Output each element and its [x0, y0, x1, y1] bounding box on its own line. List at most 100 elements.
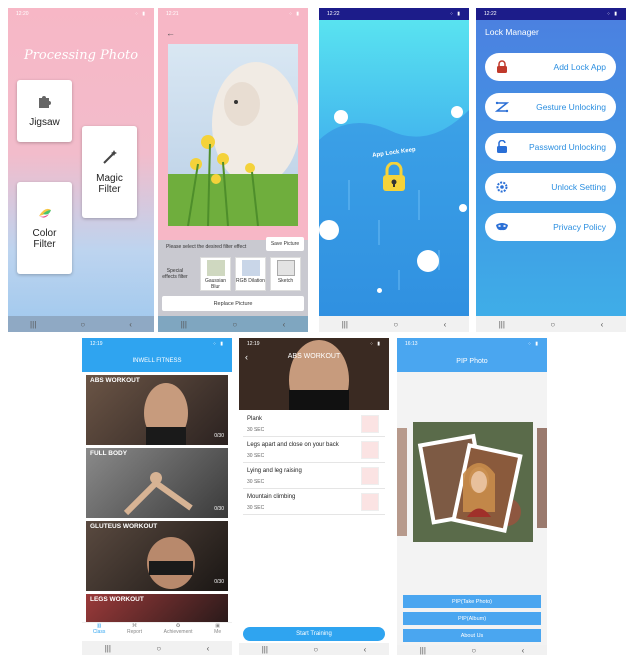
status-time: 12:22 [327, 11, 340, 17]
filter-instruction: Please select the desired filter effect [166, 244, 247, 250]
system-nav-bar: ||| ○ ‹ [319, 316, 469, 332]
fitness-home-screen: 12:19 ⁘ ▮ INWELL FITNESS ABS WORKOUT 0/3… [82, 338, 232, 655]
workout-card-abs[interactable]: ABS WORKOUT 0/30 [86, 375, 228, 445]
workout-title: FULL BODY [90, 450, 128, 457]
about-us-button[interactable]: About Us [403, 629, 541, 642]
magic-filter-label: Magic Filter [96, 173, 123, 195]
status-icons: ⁘ ▮ [449, 11, 461, 17]
recent-apps-button[interactable]: ||| [499, 320, 505, 329]
filter-option-sketch[interactable]: Sketch [270, 257, 301, 291]
exercise-row[interactable]: Legs apart and close on your back 30 SEC [243, 438, 385, 463]
workout-card-gluteus[interactable]: GLUTEUS WORKOUT 0/30 [86, 521, 228, 591]
system-nav-bar: ||| ○ ‹ [8, 316, 154, 332]
status-time: 12:21 [166, 11, 179, 17]
color-palette-icon [38, 208, 51, 218]
status-bar: 12:20 ⁘ ▮ [8, 8, 154, 20]
gesture-unlocking-button[interactable]: Gesture Unlocking [485, 93, 616, 121]
filter-option-rgb-dilation[interactable]: RGB Dilation [235, 257, 266, 291]
status-bar: 12:21 ⁘ ▮ [158, 8, 308, 20]
recent-apps-button[interactable]: ||| [30, 320, 36, 329]
filter-label: Gaussian Blur [204, 278, 227, 290]
jigsaw-card[interactable]: Jigsaw [17, 80, 72, 142]
page-title: ABS WORKOUT [287, 353, 341, 360]
recent-apps-button[interactable]: ||| [420, 646, 426, 655]
back-button[interactable]: ‹ [522, 646, 525, 655]
status-time: 16:13 [405, 341, 418, 347]
full-body-photo [123, 472, 193, 516]
mask-icon [496, 223, 508, 231]
workout-progress: 0/30 [214, 506, 224, 512]
status-bar: 12:19 ⁘ ▮ [82, 338, 232, 350]
filter-screen: 12:21 ⁘ ▮ ← Please select the desired fi… [158, 8, 308, 332]
workout-card-full-body[interactable]: FULL BODY 0/30 [86, 448, 228, 518]
tab-class[interactable]: ▥ Class [93, 623, 106, 640]
workout-title: ABS WORKOUT [90, 377, 140, 384]
gesture-icon [495, 101, 509, 113]
decor-circle [334, 110, 348, 124]
lamb-photo [168, 44, 298, 226]
password-unlocking-label: Password Unlocking [528, 142, 606, 152]
status-icons: ⁘ ▮ [134, 11, 146, 17]
replace-picture-button[interactable]: Replace Picture [162, 296, 304, 311]
pip-take-photo-button[interactable]: PIP(Take Photo) [403, 595, 541, 608]
tab-report[interactable]: ⌘ Report [127, 623, 142, 640]
back-button[interactable]: ‹ [207, 644, 210, 653]
tab-achievement[interactable]: ✪ Achievement [164, 623, 193, 640]
abs-photo [144, 383, 188, 445]
system-nav-bar: ||| ○ ‹ [476, 316, 626, 332]
home-button[interactable]: ○ [232, 320, 237, 329]
system-nav-bar: ||| ○ ‹ [397, 645, 547, 655]
pip-album-button[interactable]: PIP(Album) [403, 612, 541, 625]
sketch-thumbnail [276, 260, 295, 276]
app-title: INWELL FITNESS [132, 358, 182, 364]
exercise-name: Plank [247, 416, 263, 422]
recent-apps-button[interactable]: ||| [105, 644, 111, 653]
back-button[interactable]: ‹ [444, 320, 447, 329]
exercise-row[interactable]: Lying and leg raising 30 SEC [243, 464, 385, 489]
home-button[interactable]: ○ [471, 646, 476, 655]
recent-apps-button[interactable]: ||| [262, 645, 268, 654]
home-button[interactable]: ○ [550, 320, 555, 329]
home-button[interactable]: ○ [393, 320, 398, 329]
privacy-policy-label: Privacy Policy [553, 222, 606, 232]
save-picture-button[interactable]: Save Picture [266, 237, 304, 251]
recent-apps-button[interactable]: ||| [181, 320, 187, 329]
lock-icon [497, 60, 507, 73]
exercise-row[interactable]: Mountain climbing 30 SEC [243, 490, 385, 515]
back-button[interactable]: ‹ [283, 320, 286, 329]
home-button[interactable]: ○ [156, 644, 161, 653]
add-lock-app-label: Add Lock App [553, 62, 606, 72]
bottom-tab-bar: ▥ Class ⌘ Report ✪ Achievement ▣ Me [82, 622, 232, 640]
magic-filter-card[interactable]: Magic Filter [82, 126, 137, 218]
system-nav-bar: ||| ○ ‹ [82, 641, 232, 655]
tab-me[interactable]: ▣ Me [214, 623, 221, 640]
recent-apps-button[interactable]: ||| [342, 320, 348, 329]
unlock-setting-button[interactable]: Unlock Setting [485, 173, 616, 201]
status-bar: 12:22 ⁘ ▮ [319, 8, 469, 20]
abs-workout-screen: 12:19 ⁘ ▮ ‹ ABS WORKOUT Plank 30 SEC Leg… [239, 338, 389, 655]
filter-option-gaussian-blur[interactable]: Gaussian Blur [200, 257, 231, 291]
unlock-icon [497, 140, 507, 153]
exercise-row[interactable]: Plank 30 SEC [243, 412, 385, 437]
password-unlocking-button[interactable]: Password Unlocking [485, 133, 616, 161]
back-button[interactable]: ‹ [364, 645, 367, 654]
status-time: 12:19 [247, 341, 260, 347]
effects-label: Special effects filter [162, 268, 188, 280]
home-button[interactable]: ○ [80, 320, 85, 329]
unlock-setting-label: Unlock Setting [551, 182, 606, 192]
privacy-policy-button[interactable]: Privacy Policy [485, 213, 616, 241]
workout-card-legs[interactable]: LEGS WORKOUT [86, 594, 228, 622]
start-training-button[interactable]: Start Training [243, 627, 385, 641]
add-lock-app-button[interactable]: Add Lock App [485, 53, 616, 81]
exercise-duration: 30 SEC [247, 453, 265, 459]
back-button[interactable]: ‹ [129, 320, 132, 329]
back-arrow-icon[interactable]: ← [166, 28, 175, 38]
workout-title: LEGS WORKOUT [90, 596, 144, 603]
decor-circle [451, 106, 463, 118]
back-button[interactable]: ‹ [601, 320, 604, 329]
app-title: PIP Photo [456, 358, 488, 365]
exercise-thumbnail [361, 441, 379, 459]
home-button[interactable]: ○ [313, 645, 318, 654]
color-filter-card[interactable]: Color Filter [17, 182, 72, 274]
tab-label: Class [92, 629, 106, 635]
